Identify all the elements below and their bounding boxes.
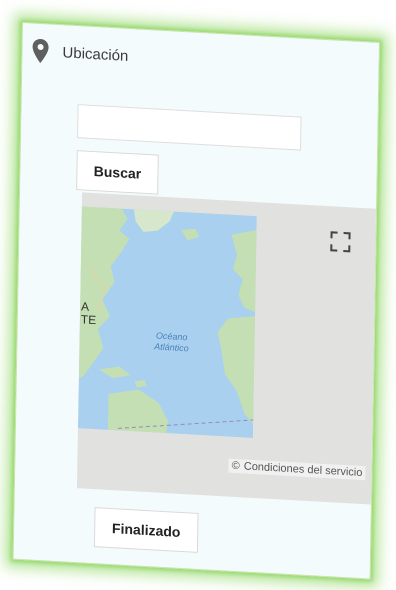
ocean-label-line1: Océano — [156, 331, 188, 343]
map-pin-icon — [32, 39, 49, 64]
location-card: Ubicación Buscar A TE Océano Atlántico ©… — [12, 22, 380, 580]
map-edge-label: TE — [81, 312, 97, 327]
map-attribution: © Condiciones del servicio — [228, 458, 366, 481]
fullscreen-icon[interactable] — [329, 230, 351, 253]
copyright-symbol: © — [231, 459, 240, 473]
location-search-input[interactable] — [77, 104, 302, 151]
location-title: Ubicación — [62, 43, 129, 65]
ocean-label-line2: Atlántico — [153, 341, 189, 353]
map-tile[interactable]: A TE Océano Atlántico — [77, 206, 257, 438]
done-button[interactable]: Finalizado — [93, 507, 199, 553]
search-button[interactable]: Buscar — [76, 150, 159, 195]
terms-of-service-link[interactable]: Condiciones del servicio — [244, 460, 363, 479]
location-header: Ubicación — [30, 35, 129, 70]
map-widget[interactable]: A TE Océano Atlántico © Condiciones del s… — [76, 192, 377, 505]
